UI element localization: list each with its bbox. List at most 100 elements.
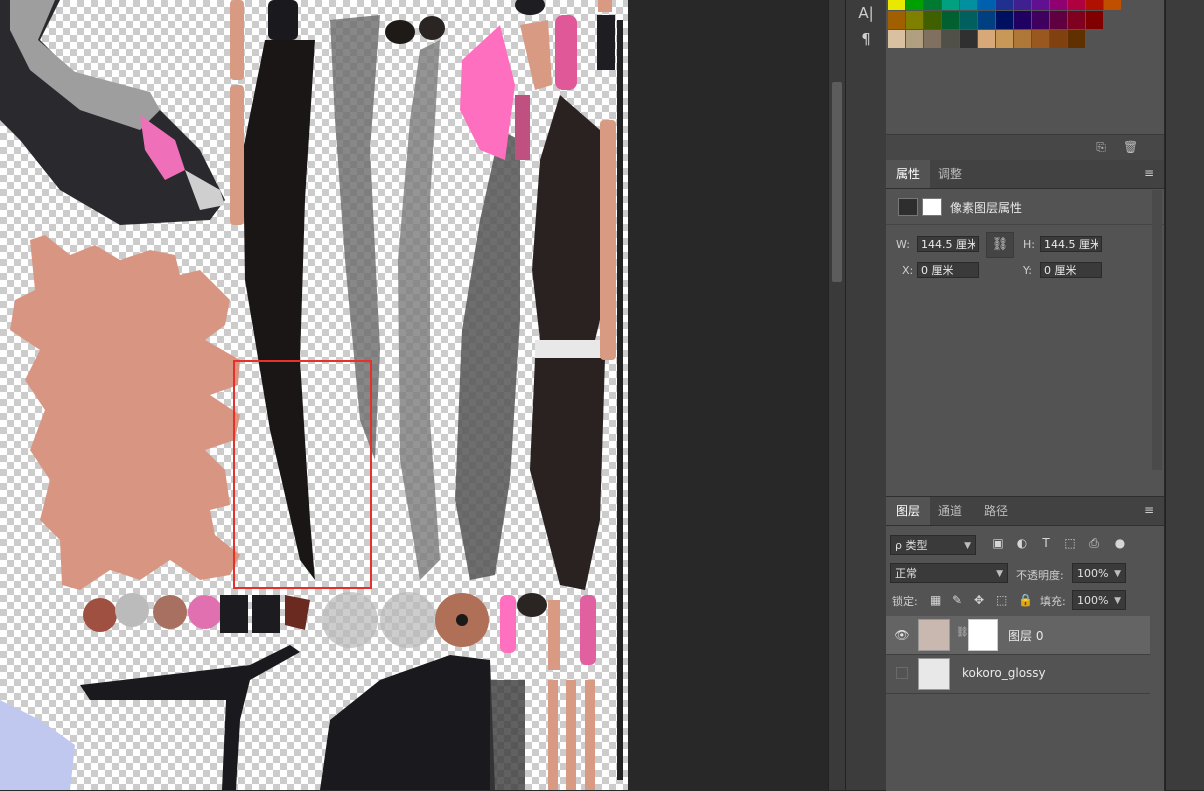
filter-type-icon[interactable]: T	[1038, 535, 1054, 551]
color-swatch[interactable]	[1032, 11, 1049, 29]
y-label: Y:	[1023, 264, 1032, 277]
fill-label: 填充:	[1040, 595, 1066, 608]
lock-position-icon[interactable]: ✥	[974, 593, 984, 607]
layer-mask-thumbnail[interactable]	[968, 619, 998, 651]
filter-pixel-icon[interactable]: ▣	[990, 535, 1006, 551]
visibility-toggle[interactable]	[896, 667, 908, 679]
layers-tabbar: 图层 通道 路径 ≡	[886, 497, 1164, 526]
color-swatch[interactable]	[960, 0, 977, 10]
panel-menu-icon[interactable]: ≡	[1144, 167, 1156, 179]
swatch-grid	[888, 0, 1122, 49]
width-field[interactable]	[917, 236, 979, 252]
layer-row[interactable]: kokoro_glossy	[886, 655, 1150, 694]
color-swatch[interactable]	[924, 0, 941, 10]
color-swatch[interactable]	[942, 30, 959, 48]
color-swatch[interactable]	[960, 30, 977, 48]
lock-artboard-icon[interactable]: ⬚	[996, 593, 1007, 607]
color-swatch[interactable]	[942, 11, 959, 29]
panel-iconstrip: A| ¶	[845, 0, 887, 790]
filter-adjustment-icon[interactable]: ◐	[1014, 535, 1030, 551]
panel-menu-icon[interactable]: ≡	[1144, 504, 1156, 516]
lock-label: 锁定:	[892, 595, 918, 608]
swatch-row	[888, 30, 1122, 48]
new-swatch-icon[interactable]: ⎘	[1094, 140, 1108, 154]
mask-link-icon[interactable]: ⛓	[956, 627, 969, 638]
color-swatch[interactable]	[996, 30, 1013, 48]
color-swatch[interactable]	[888, 0, 905, 10]
w-label: W:	[896, 238, 910, 251]
tab-paths[interactable]: 路径	[974, 497, 1018, 525]
eye-icon[interactable]: 👁	[894, 627, 910, 643]
color-swatch[interactable]	[888, 30, 905, 48]
properties-panel: 属性 调整 ≡ 像素图层属性 W: ⛓ H: X: Y:	[886, 160, 1164, 495]
filter-toggle-icon[interactable]: ●	[1112, 535, 1128, 551]
layers-panel: 图层 通道 路径 ≡ ρ 类型 ▼ ▣ ◐ T ⬚ ⎙ ● 正常 ▼ 不透明度: 1…	[886, 496, 1164, 791]
mask-icon[interactable]	[922, 198, 942, 216]
layer-filter-select[interactable]: ρ 类型 ▼	[890, 535, 976, 555]
filter-shape-icon[interactable]: ⬚	[1062, 535, 1078, 551]
color-swatch[interactable]	[906, 30, 923, 48]
layer-name[interactable]: 图层 0	[1008, 627, 1043, 644]
swatch-row	[888, 11, 1122, 29]
y-field[interactable]	[1040, 262, 1102, 278]
link-icon[interactable]: ⛓	[986, 232, 1014, 258]
color-swatch[interactable]	[924, 11, 941, 29]
swatches-footer: ⎘ 🗑	[886, 134, 1164, 161]
paragraph-panel-icon[interactable]: ¶	[846, 26, 886, 52]
color-swatch[interactable]	[996, 0, 1013, 10]
right-edge-panel	[1165, 0, 1204, 790]
color-swatch[interactable]	[1086, 0, 1103, 10]
opacity-field[interactable]: 100% ▼	[1072, 563, 1126, 583]
color-swatch[interactable]	[1068, 30, 1085, 48]
color-swatch[interactable]	[1104, 0, 1121, 10]
height-field[interactable]	[1040, 236, 1102, 252]
chevron-down-icon: ▼	[964, 541, 971, 551]
canvas-vertical-scrollbar[interactable]	[828, 0, 845, 790]
color-swatch[interactable]	[906, 11, 923, 29]
color-swatch[interactable]	[1086, 11, 1103, 29]
pixel-layer-icon[interactable]	[898, 198, 918, 216]
layer-name[interactable]: kokoro_glossy	[962, 666, 1046, 680]
color-swatch[interactable]	[1068, 11, 1085, 29]
color-swatch[interactable]	[1050, 30, 1067, 48]
color-swatch[interactable]	[1014, 0, 1031, 10]
tab-properties[interactable]: 属性	[886, 160, 931, 188]
color-swatch[interactable]	[1032, 30, 1049, 48]
color-swatch[interactable]	[978, 0, 995, 10]
color-swatch[interactable]	[1032, 0, 1049, 10]
color-swatch[interactable]	[1068, 0, 1085, 10]
tab-channels[interactable]: 通道	[928, 497, 972, 525]
layer-row[interactable]: 👁 ⛓ 图层 0	[886, 616, 1150, 655]
lock-all-icon[interactable]: 🔒	[1018, 593, 1033, 607]
properties-header: 像素图层属性	[886, 190, 1164, 225]
properties-scrollbar[interactable]	[1152, 190, 1162, 470]
opacity-label: 不透明度:	[1016, 569, 1064, 582]
blend-mode-select[interactable]: 正常 ▼	[890, 563, 1008, 583]
color-swatch[interactable]	[1014, 30, 1031, 48]
fill-field[interactable]: 100% ▼	[1072, 590, 1126, 610]
color-swatch[interactable]	[906, 0, 923, 10]
color-swatch[interactable]	[996, 11, 1013, 29]
color-swatch[interactable]	[1014, 11, 1031, 29]
color-swatch[interactable]	[960, 11, 977, 29]
tab-layers[interactable]: 图层	[886, 497, 931, 525]
character-panel-icon[interactable]: A|	[846, 0, 886, 26]
trash-icon[interactable]: 🗑	[1123, 140, 1138, 154]
document-canvas[interactable]	[0, 0, 628, 790]
lock-transparent-icon[interactable]: ▦	[930, 593, 941, 607]
color-swatch[interactable]	[978, 11, 995, 29]
layer-thumbnail	[918, 658, 950, 690]
tab-adjustments[interactable]: 调整	[928, 160, 972, 188]
scrollbar-thumb[interactable]	[832, 82, 842, 282]
color-swatch[interactable]	[1050, 11, 1067, 29]
swatches-panel: ⎘ 🗑	[886, 0, 1164, 161]
color-swatch[interactable]	[924, 30, 941, 48]
color-swatch[interactable]	[978, 30, 995, 48]
chevron-down-icon: ▼	[996, 569, 1003, 579]
color-swatch[interactable]	[1050, 0, 1067, 10]
color-swatch[interactable]	[888, 11, 905, 29]
color-swatch[interactable]	[942, 0, 959, 10]
lock-paint-icon[interactable]: ✎	[952, 593, 962, 607]
x-field[interactable]	[917, 262, 979, 278]
filter-smartobject-icon[interactable]: ⎙	[1086, 535, 1102, 551]
